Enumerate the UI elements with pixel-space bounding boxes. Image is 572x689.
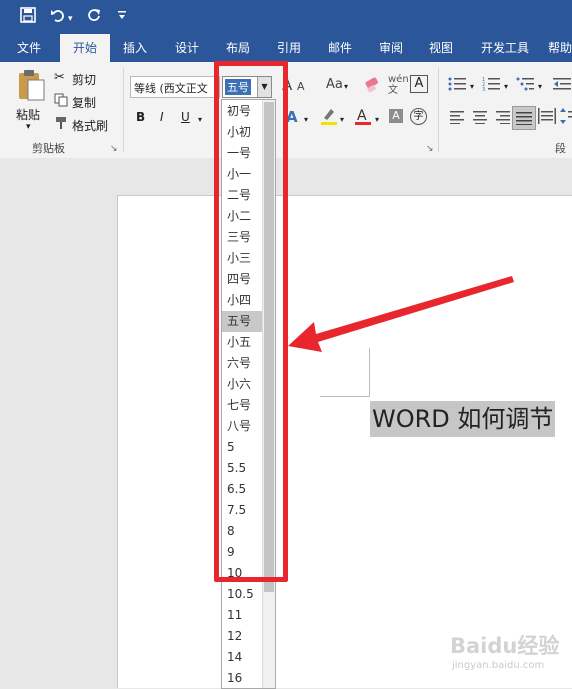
cut-label: 剪切 [72,73,97,87]
tab-home[interactable]: 开始 [60,34,110,62]
tab-mailings[interactable]: 邮件 [319,34,361,62]
shrink-font-button[interactable]: A [297,80,305,93]
document-page[interactable]: WORD 如何调节 [117,195,572,688]
change-case-dropdown-icon[interactable]: ▾ [344,82,348,91]
format-painter-button[interactable]: 格式刷 [54,116,114,134]
selected-document-text[interactable]: WORD 如何调节 [370,401,556,437]
undo-icon[interactable] [50,7,66,27]
tab-file[interactable]: 文件 [8,34,50,62]
paintbrush-icon [54,116,68,133]
bullets-icon[interactable] [448,76,468,95]
font-size-option[interactable]: 10.5 [222,584,264,605]
multilevel-dropdown-icon[interactable]: ▾ [538,82,542,91]
align-right-icon[interactable] [494,110,510,127]
paste-label: 粘贴 [16,108,41,122]
paste-dropdown-icon: ▾ [26,122,31,132]
character-border-icon[interactable]: A [410,75,428,93]
decrease-indent-icon[interactable] [553,76,571,95]
tab-design[interactable]: 设计 [166,34,208,62]
cut-button[interactable]: ✂ 剪切 [54,70,114,88]
justify-icon[interactable] [512,106,536,130]
group-divider [123,68,124,152]
tab-review[interactable]: 审阅 [370,34,412,62]
ribbon-tab-bar: 文件 开始 插入 设计 布局 引用 邮件 审阅 视图 开发工具 帮助 [0,34,572,62]
annotation-arrow [288,276,514,352]
font-size-option[interactable]: 16 [222,668,264,688]
font-name-combobox[interactable]: 等线 (西文正文 [130,76,220,98]
margin-mark-horizontal [320,396,370,397]
font-size-option[interactable]: 11 [222,605,264,626]
save-icon[interactable] [20,7,36,27]
highlight-color-icon[interactable] [320,106,338,129]
undo-dropdown-icon[interactable]: ▾ [68,10,73,28]
copy-button[interactable]: 复制 [54,93,114,111]
title-bar: ▾ [0,0,572,34]
redo-icon[interactable] [86,7,102,27]
align-left-icon[interactable] [450,110,466,127]
multilevel-list-icon[interactable] [516,76,536,95]
clipboard-icon [19,70,45,101]
font-name-value: 等线 (西文正文 [134,82,208,95]
font-size-option[interactable]: 12 [222,626,264,647]
tab-help[interactable]: 帮助 [548,34,572,62]
phonetic-guide-icon[interactable]: wén 文 [388,74,409,96]
distributed-icon[interactable] [538,108,556,127]
font-color-icon[interactable]: A [354,106,372,129]
italic-button[interactable]: I [160,110,164,124]
character-shading-icon[interactable]: A [389,109,403,123]
tab-layout[interactable]: 布局 [217,34,259,62]
svg-text:3: 3 [482,87,485,92]
font-color-dropdown-icon[interactable]: ▾ [375,115,379,124]
clear-formatting-icon[interactable] [364,76,382,97]
bullets-dropdown-icon[interactable]: ▾ [470,82,474,91]
copy-icon [54,93,68,110]
bold-button[interactable]: B [136,110,145,124]
baidu-watermark: Baidu经验 jingyan.baidu.com [450,626,570,682]
underline-dropdown-icon[interactable]: ▾ [198,115,202,124]
copy-label: 复制 [72,96,97,110]
underline-button[interactable]: U [181,110,190,124]
line-spacing-icon[interactable] [560,108,572,127]
group-divider [438,68,439,152]
tab-references[interactable]: 引用 [268,34,310,62]
tab-developer[interactable]: 开发工具 [472,34,538,62]
highlight-dropdown-icon[interactable]: ▾ [340,115,344,124]
change-case-button[interactable]: Aa [326,77,343,92]
watermark-url: jingyan.baidu.com [452,660,545,671]
clipboard-group-label: 剪贴板 [32,142,65,155]
numbering-dropdown-icon[interactable]: ▾ [504,82,508,91]
align-center-icon[interactable] [472,110,488,127]
font-size-option[interactable]: 14 [222,647,264,668]
numbering-icon[interactable]: 123 [482,76,502,95]
clipboard-launcher-icon[interactable]: ↘ [110,144,118,154]
enclose-characters-icon[interactable]: 字 [410,108,427,125]
tab-view[interactable]: 视图 [420,34,462,62]
annotation-highlight-box [214,61,288,582]
svg-text:A: A [357,108,367,124]
font-launcher-icon[interactable]: ↘ [426,144,434,154]
watermark-brand: Baidu经验 [450,634,560,658]
tab-insert[interactable]: 插入 [114,34,156,62]
text-effects-dropdown-icon[interactable]: ▾ [304,115,308,124]
scissors-icon: ✂ [54,70,65,85]
paste-button[interactable]: 粘贴 ▾ [12,68,52,134]
customize-icon[interactable] [117,9,127,27]
format-painter-label: 格式刷 [72,119,109,133]
